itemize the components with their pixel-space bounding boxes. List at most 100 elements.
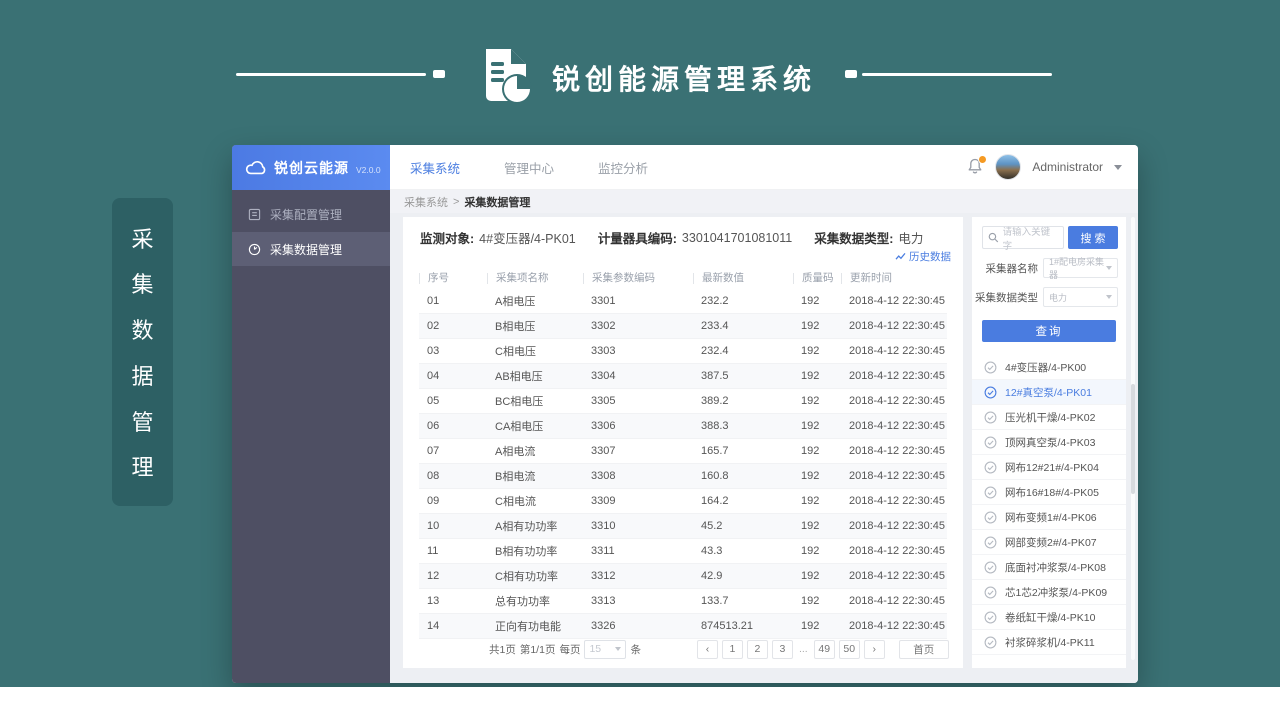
scrollbar-thumb[interactable]	[1131, 384, 1135, 494]
device-list-item[interactable]: 底面衬冲浆泵/4-PK08	[972, 555, 1126, 580]
top-nav-bar: 采集系统 管理中心 监控分析 Administrator	[390, 145, 1138, 190]
table-cell: 2018-4-12 22:30:45	[841, 295, 947, 307]
device-list-item[interactable]: 芯1芯2冲浆泵/4-PK09	[972, 580, 1126, 605]
check-circle-icon	[984, 536, 997, 549]
device-list-item[interactable]: 4#变压器/4-PK00	[972, 355, 1126, 380]
data-type-value: 电力	[898, 228, 923, 247]
table-cell: 总有功功率	[487, 593, 583, 609]
sidebar-item-collect-data[interactable]: 采集数据管理	[232, 232, 390, 266]
device-list-item[interactable]: 衬浆碎浆机/4-PK11	[972, 630, 1126, 655]
notification-bell-button[interactable]	[967, 158, 984, 176]
breadcrumb-parent[interactable]: 采集系统	[404, 194, 448, 210]
pager-page-button[interactable]: 3	[772, 640, 793, 659]
sidebar-item-label: 采集数据管理	[270, 241, 342, 258]
table-cell: 3313	[583, 595, 693, 607]
check-circle-icon	[984, 636, 997, 649]
query-button[interactable]: 查询	[982, 320, 1116, 342]
pager: ‹ 123...4950 ›	[697, 640, 885, 659]
table-cell: C相电压	[487, 343, 583, 359]
search-input[interactable]: 请输入关键字	[982, 226, 1064, 249]
breadcrumb-current: 采集数据管理	[464, 194, 530, 210]
per-page-select[interactable]: 15	[584, 640, 626, 659]
table-cell: 192	[793, 520, 841, 532]
pager-pages: 123...4950	[722, 640, 860, 659]
check-circle-icon	[984, 586, 997, 599]
table-cell: A相电压	[487, 293, 583, 309]
table-row: 12C相有功功率331242.91922018-4-12 22:30:45	[419, 564, 947, 589]
avatar[interactable]	[995, 154, 1021, 180]
collect-datatype-select[interactable]: 电力	[1043, 287, 1118, 307]
table-cell: 3310	[583, 520, 693, 532]
pager-page-button[interactable]: 2	[747, 640, 768, 659]
check-circle-icon	[984, 411, 997, 424]
scrollbar-track[interactable]	[1131, 217, 1135, 660]
pager-next-button[interactable]: ›	[864, 640, 885, 659]
device-label: 网布16#18#/4-PK05	[1005, 485, 1099, 500]
collect-datatype-label: 采集数据类型	[974, 290, 1038, 305]
history-data-link[interactable]: 历史数据	[895, 249, 951, 264]
device-list-item[interactable]: 网布变频1#/4-PK06	[972, 505, 1126, 530]
table-cell: 160.8	[693, 470, 793, 482]
table-cell: 192	[793, 495, 841, 507]
top-nav-tabs: 采集系统 管理中心 监控分析	[390, 158, 648, 177]
check-circle-icon	[984, 486, 997, 499]
sidebar-version: V2.0.0	[356, 165, 381, 175]
search-button[interactable]: 搜 索	[1068, 226, 1118, 249]
pager-page-button[interactable]: 1	[722, 640, 743, 659]
table-cell: 2018-4-12 22:30:45	[841, 395, 947, 407]
side-label-char: 采	[131, 222, 153, 254]
device-list-item[interactable]: 网布16#18#/4-PK05	[972, 480, 1126, 505]
device-list-item[interactable]: 压光机干燥/4-PK02	[972, 405, 1126, 430]
check-circle-icon	[984, 361, 997, 374]
table-cell: 192	[793, 345, 841, 357]
sidebar-logo-text: 锐创云能源	[274, 158, 349, 178]
side-label-char: 数	[131, 313, 153, 345]
table-cell: AB相电压	[487, 368, 583, 384]
pager-page-button[interactable]: 50	[839, 640, 860, 659]
table-cell: 3303	[583, 345, 693, 357]
device-label: 卷纸缸干燥/4-PK10	[1005, 610, 1095, 625]
sidebar-item-collect-config[interactable]: 采集配置管理	[232, 198, 390, 230]
table-cell: 14	[419, 620, 487, 632]
device-list-item[interactable]: 网布12#21#/4-PK04	[972, 455, 1126, 480]
device-list-item[interactable]: 12#真空泵/4-PK01	[972, 380, 1126, 405]
table-cell: 3306	[583, 420, 693, 432]
table-cell: B相有功功率	[487, 543, 583, 559]
device-list-item[interactable]: 顶网真空泵/4-PK03	[972, 430, 1126, 455]
collector-name-value: 1#配电房采集器	[1049, 255, 1106, 281]
tab-collect-system[interactable]: 采集系统	[410, 158, 460, 177]
table-cell: 03	[419, 345, 487, 357]
sidebar-item-label: 采集配置管理	[270, 206, 342, 223]
user-menu-caret-icon[interactable]	[1114, 165, 1122, 170]
collector-name-select[interactable]: 1#配电房采集器	[1043, 258, 1118, 278]
table-row: 10A相有功功率331045.21922018-4-12 22:30:45	[419, 514, 947, 539]
pager-page-button[interactable]: 49	[814, 640, 835, 659]
table-cell: 01	[419, 295, 487, 307]
table-cell: A相有功功率	[487, 518, 583, 534]
tab-monitor-analysis[interactable]: 监控分析	[598, 158, 648, 177]
banner-dash-left	[433, 70, 445, 78]
table-cell: 正向有功电能	[487, 618, 583, 634]
pager-prev-button[interactable]: ‹	[697, 640, 718, 659]
device-list-item[interactable]: 网部变频2#/4-PK07	[972, 530, 1126, 555]
tab-manage-center[interactable]: 管理中心	[504, 158, 554, 177]
device-list-item[interactable]: 卷纸缸干燥/4-PK10	[972, 605, 1126, 630]
table-cell: 2018-4-12 22:30:45	[841, 345, 947, 357]
table-cell: 10	[419, 520, 487, 532]
table-row: 07A相电流3307165.71922018-4-12 22:30:45	[419, 439, 947, 464]
sidebar: 锐创云能源 V2.0.0 采集配置管理 采集数据管理	[232, 145, 390, 683]
table-cell: 192	[793, 595, 841, 607]
table-cell: 3312	[583, 570, 693, 582]
per-page-label: 每页	[559, 642, 580, 657]
select-caret-icon	[1106, 266, 1112, 270]
table-cell: 387.5	[693, 370, 793, 382]
trend-line-icon	[895, 252, 906, 261]
banner-dash-right	[845, 70, 857, 78]
data-type-label: 采集数据类型:	[814, 228, 893, 247]
table-cell: 43.3	[693, 545, 793, 557]
table-cell: BC相电压	[487, 393, 583, 409]
first-page-button[interactable]: 首页	[899, 640, 949, 659]
table-cell: 13	[419, 595, 487, 607]
main-area: 采集系统 管理中心 监控分析 Administrator	[390, 145, 1138, 683]
monitor-info-bar: 监测对象: 4#变压器/4-PK01 计量器具编码: 3301041701081…	[420, 228, 923, 247]
